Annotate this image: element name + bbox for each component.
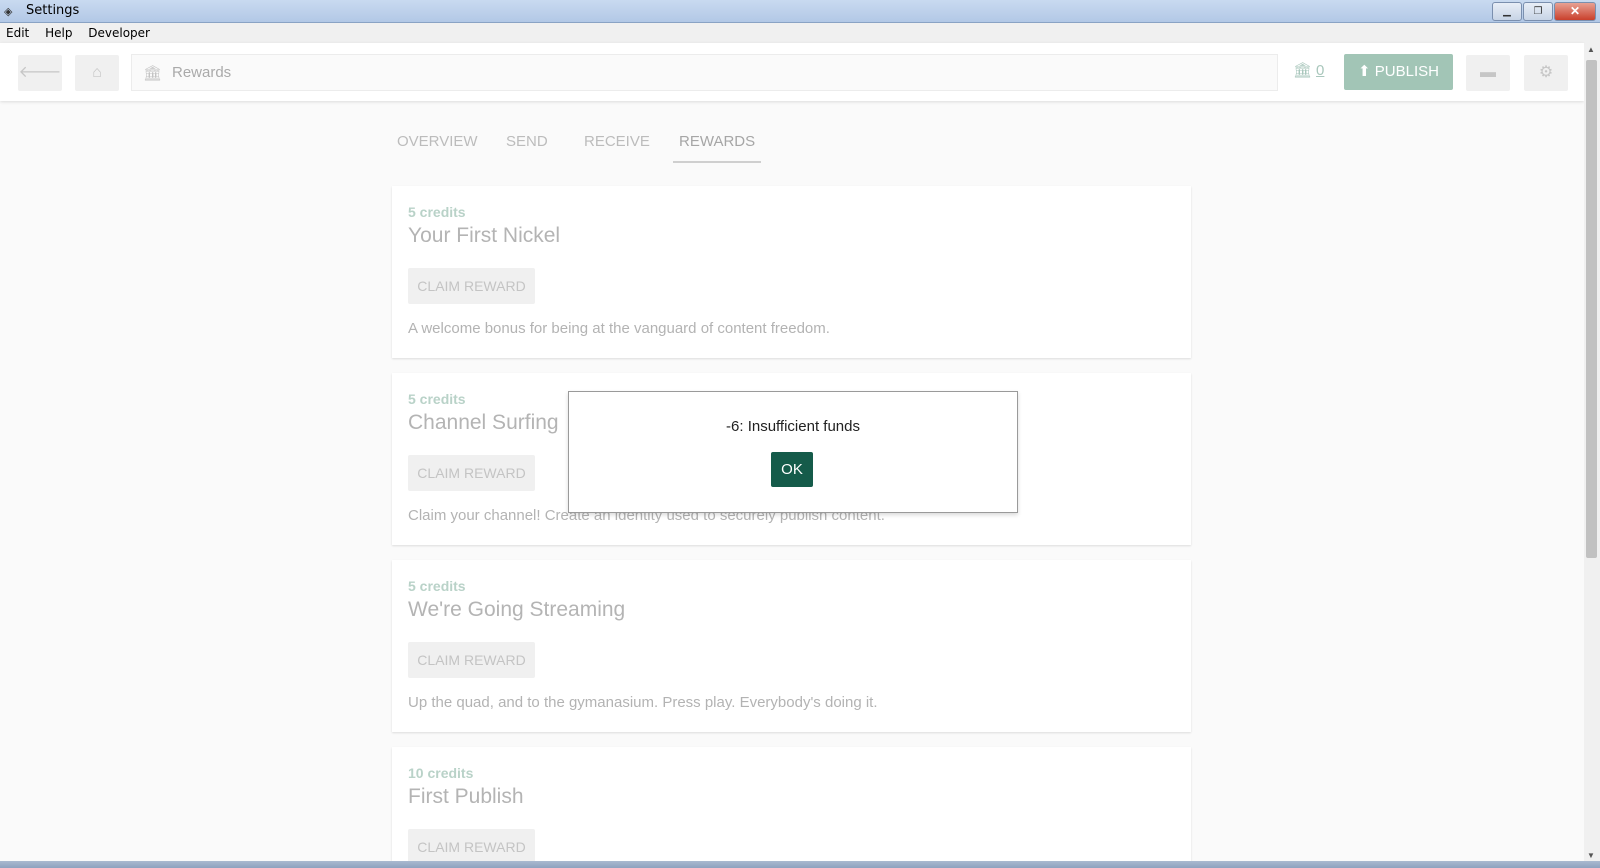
upload-icon: ⬆ [1358, 63, 1371, 80]
reward-credits: 10 credits [408, 765, 474, 781]
reward-credits: 5 credits [408, 391, 466, 407]
menu-bar: Edit Help Developer [0, 23, 1600, 43]
bank-icon: 🏛 [143, 65, 163, 82]
vertical-scrollbar[interactable]: ▲ ▼ [1584, 43, 1600, 861]
menu-help[interactable]: Help [39, 23, 78, 40]
claim-reward-button[interactable]: CLAIM REWARD [408, 455, 535, 491]
publish-button[interactable]: ⬆ PUBLISH [1344, 54, 1453, 90]
reward-description: A welcome bonus for being at the vanguar… [408, 320, 830, 337]
window-controls: ▁ ❐ ✕ [1492, 2, 1596, 21]
reward-title: First Publish [408, 785, 524, 808]
tab-overview[interactable]: OVERVIEW [397, 133, 478, 161]
reward-card: 10 credits First Publish CLAIM REWARD [392, 747, 1191, 861]
reward-credits: 5 credits [408, 204, 466, 220]
reward-title: We're Going Streaming [408, 598, 626, 621]
tab-send[interactable]: SEND [506, 133, 548, 161]
tab-receive[interactable]: RECEIVE [584, 133, 650, 161]
reward-card: 5 credits We're Going Streaming CLAIM RE… [392, 560, 1191, 732]
address-input[interactable] [170, 55, 1264, 90]
back-arrow-icon: 🡐 [18, 64, 62, 81]
app-icon: ◈ [4, 6, 13, 18]
window-titlebar: ◈ Settings ▁ ❐ ✕ [0, 0, 1600, 23]
claim-reward-button[interactable]: CLAIM REWARD [408, 642, 535, 678]
home-icon: ⌂ [92, 64, 102, 81]
bank-icon: 🏛 [1293, 62, 1313, 79]
back-button[interactable]: 🡐 [18, 55, 62, 91]
reward-title: Channel Surfing [408, 411, 559, 434]
error-dialog: -6: Insufficient funds OK [568, 391, 1018, 513]
app-header: 🡐 ⌂ 🏛 🏛0 ⬆ PUBLISH ▬ ⚙ [0, 43, 1584, 101]
balance-amount: 0 [1316, 62, 1325, 79]
reward-credits: 5 credits [408, 578, 466, 594]
wallet-balance-link[interactable]: 🏛 0 [1293, 61, 1324, 79]
publish-label: PUBLISH [1374, 63, 1439, 80]
scroll-down-arrow-icon[interactable]: ▼ [1587, 851, 1595, 860]
os-taskbar [0, 861, 1600, 868]
address-bar[interactable]: 🏛 [131, 54, 1278, 91]
minimize-button[interactable]: ▁ [1492, 2, 1522, 21]
menu-developer[interactable]: Developer [82, 23, 156, 40]
close-button[interactable]: ✕ [1554, 2, 1596, 21]
window-title: Settings [26, 3, 80, 18]
gear-icon: ⚙ [1538, 64, 1554, 81]
folder-icon: ▬ [1480, 64, 1496, 81]
menu-edit[interactable]: Edit [0, 23, 35, 40]
settings-button[interactable]: ⚙ [1524, 55, 1568, 91]
scrollbar-thumb[interactable] [1586, 60, 1597, 558]
restore-button[interactable]: ❐ [1523, 2, 1553, 21]
dialog-message: -6: Insufficient funds [726, 418, 860, 435]
wallet-tabs: OVERVIEW SEND RECEIVE REWARDS [0, 133, 1584, 163]
tab-rewards[interactable]: REWARDS [673, 133, 762, 163]
downloads-button[interactable]: ▬ [1466, 55, 1510, 91]
claim-reward-button[interactable]: CLAIM REWARD [408, 268, 535, 304]
reward-description: Up the quad, and to the gymanasium. Pres… [408, 694, 878, 711]
claim-reward-button[interactable]: CLAIM REWARD [408, 829, 535, 861]
scroll-up-arrow-icon[interactable]: ▲ [1587, 45, 1595, 54]
ok-button[interactable]: OK [771, 452, 813, 487]
reward-title: Your First Nickel [408, 224, 561, 247]
home-button[interactable]: ⌂ [75, 55, 119, 91]
reward-card: 5 credits Your First Nickel CLAIM REWARD… [392, 186, 1191, 358]
